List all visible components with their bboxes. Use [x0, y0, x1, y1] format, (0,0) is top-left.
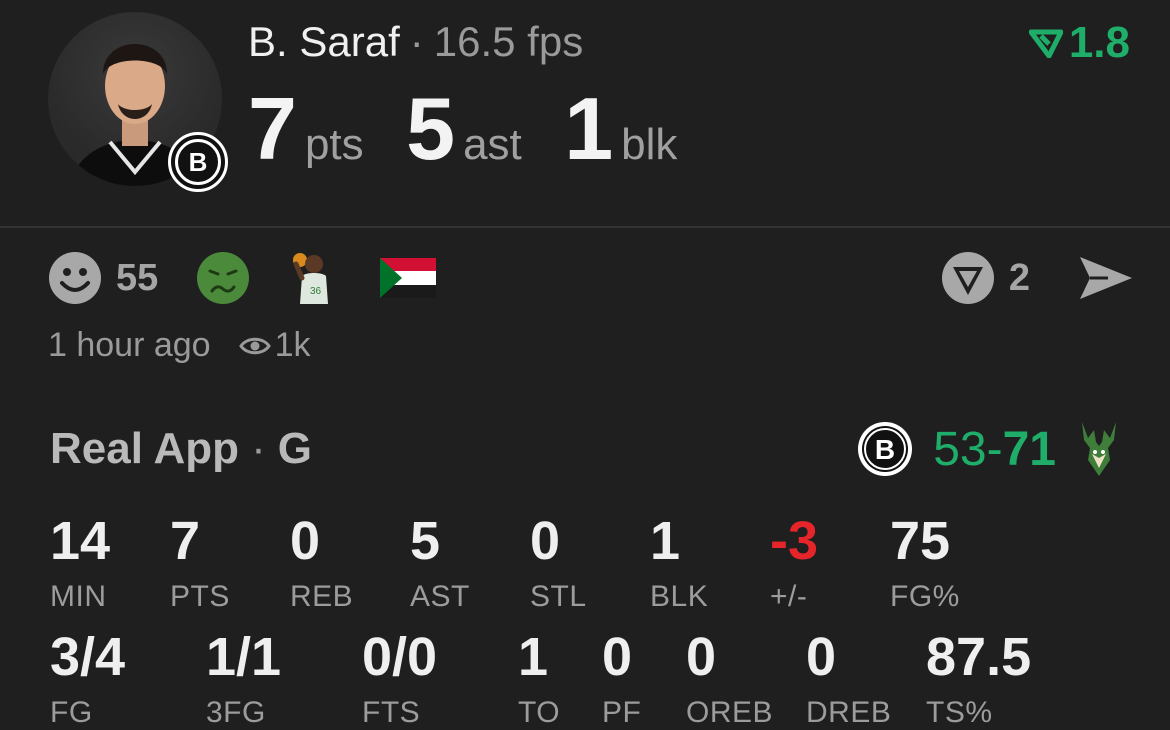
stat-stl: 0 STL	[530, 514, 587, 614]
smiley-icon	[49, 252, 101, 304]
post-actions: 2	[941, 250, 1134, 306]
stat-dreb: 0 DREB	[806, 630, 891, 730]
stat-fg: 3/4 FG	[50, 630, 125, 730]
headline-pts-unit: pts	[304, 120, 364, 169]
stat-ast: 5 AST	[410, 514, 470, 614]
stat-value: 0	[290, 511, 321, 571]
stat-label: +/-	[770, 580, 808, 613]
player-reaction[interactable]: 36	[288, 250, 342, 306]
headline-ast-value: 5	[406, 79, 456, 178]
stat-label: PF	[602, 696, 642, 729]
game-title: Real App · G	[50, 424, 312, 474]
stat-3fg: 1/1 3FG	[206, 630, 281, 730]
nets-logo-icon: B	[168, 132, 228, 192]
headline-blk-value: 1	[564, 79, 614, 178]
post-meta: 1 hour ago 1k	[48, 326, 311, 365]
score-left: 53-	[933, 422, 1003, 476]
sick-reaction[interactable]	[196, 251, 250, 305]
stat-value: 1	[650, 511, 681, 571]
stat-value: -3	[770, 511, 819, 571]
stat-fg-pct: 75 FG%	[890, 514, 960, 614]
divider	[0, 226, 1170, 228]
view-count: 1k	[238, 326, 311, 365]
game-score[interactable]: B 53-71	[857, 418, 1122, 480]
stat-label: FG%	[890, 580, 960, 613]
headline-ast-unit: ast	[463, 120, 522, 169]
smiley-count: 55	[116, 256, 159, 299]
stat-value: 7	[170, 511, 201, 571]
views-value: 1k	[274, 326, 311, 364]
vote-count: 2	[1008, 256, 1030, 299]
stat-ts-pct: 87.5 TS%	[926, 630, 1031, 730]
stat-min: 14 MIN	[50, 514, 110, 614]
trend-arrow-icon	[1028, 29, 1063, 58]
stat-value: 14	[50, 511, 111, 571]
headline-pts-value: 7	[248, 79, 297, 178]
stat-value: 3/4	[50, 627, 126, 687]
stat-label: STL	[530, 580, 587, 613]
svg-text:B: B	[875, 434, 895, 465]
stat-label: PTS	[170, 580, 230, 613]
time-ago: 1 hour ago	[48, 326, 211, 364]
sick-face-icon	[197, 252, 250, 304]
stat-to: 1 TO	[518, 630, 560, 730]
stat-value: 0	[602, 627, 633, 687]
eye-icon	[238, 337, 271, 354]
nets-logo-icon: B	[858, 422, 913, 476]
fps-value: 16.5 fps	[433, 18, 584, 65]
stat-label: MIN	[50, 580, 107, 613]
reactions-bar: 55 36	[48, 250, 474, 306]
stat-label: 3FG	[206, 696, 266, 729]
svg-text:36: 36	[310, 286, 322, 297]
stat-pts: 7 PTS	[170, 514, 230, 614]
player-position: G	[277, 424, 312, 473]
stat-value: 5	[410, 511, 441, 571]
separator: ·	[251, 424, 266, 473]
headline-blk-unit: blk	[621, 120, 678, 169]
stat-value: 1/1	[206, 627, 282, 687]
headline-stats: 7 pts 5 ast 1 blk	[248, 78, 715, 180]
stat-fts: 0/0 FTS	[362, 630, 437, 730]
stat-value: 0	[806, 627, 837, 687]
flag-reaction[interactable]	[380, 258, 437, 298]
vote-icon[interactable]	[941, 251, 995, 305]
stat-label: REB	[290, 580, 354, 613]
stat-label: AST	[410, 580, 470, 613]
stat-label: FG	[50, 696, 93, 729]
app-name: Real App	[50, 424, 240, 473]
separator: ·	[409, 18, 424, 65]
score-right: 71	[1002, 422, 1056, 476]
stat-label: OREB	[686, 696, 774, 729]
stat-label: TS%	[926, 696, 993, 729]
sudan-flag-icon	[380, 258, 437, 298]
stat-plus-minus: -3 +/-	[770, 514, 818, 614]
stat-blk: 1 BLK	[650, 514, 708, 614]
stat-label: FTS	[362, 696, 421, 729]
stat-value: 1	[518, 627, 549, 687]
stat-value: 0	[686, 627, 717, 687]
score-text: 53-71	[933, 422, 1056, 477]
stat-label: DREB	[806, 696, 892, 729]
stat-label: BLK	[650, 580, 709, 613]
stat-reb: 0 REB	[290, 514, 353, 614]
player-header-line: B. Saraf · 16.5 fps	[248, 18, 583, 66]
stat-oreb: 0 OREB	[686, 630, 773, 730]
fps-change-value: 1.8	[1068, 18, 1130, 67]
bucks-logo-icon	[1082, 422, 1116, 476]
send-icon[interactable]	[1078, 253, 1134, 303]
player-photo-icon: 36	[293, 253, 329, 304]
stat-value: 0/0	[362, 627, 438, 687]
stat-label: TO	[518, 696, 561, 729]
stat-value: 87.5	[926, 627, 1032, 687]
stat-pf: 0 PF	[602, 630, 641, 730]
player-name[interactable]: B. Saraf	[248, 18, 400, 65]
stat-value: 0	[530, 511, 561, 571]
fps-change: 1.8	[1028, 18, 1130, 68]
stat-value: 75	[890, 511, 951, 571]
smiley-reaction[interactable]: 55	[48, 251, 158, 305]
